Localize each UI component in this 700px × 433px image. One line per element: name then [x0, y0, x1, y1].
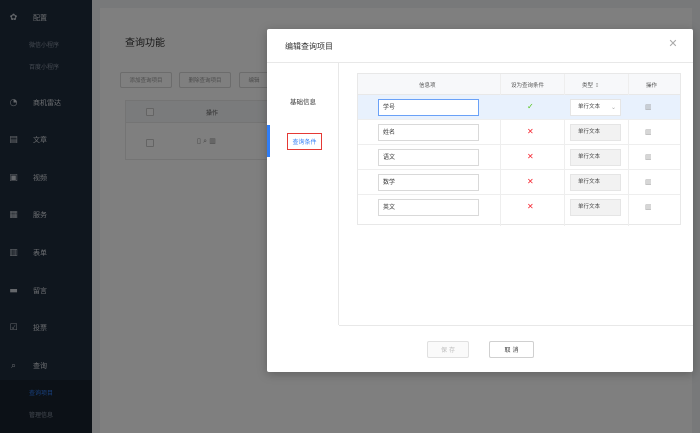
table-row: 学号 ✓ 单行文本 ⌄ ▥: [358, 95, 680, 120]
trash-icon[interactable]: ▥: [645, 103, 653, 112]
trash-icon[interactable]: ▥: [645, 203, 653, 212]
type-select[interactable]: 单行文本: [570, 149, 621, 166]
cross-icon[interactable]: ✕: [527, 177, 534, 187]
type-select-value: 单行文本: [578, 204, 601, 210]
table-header: 信息项 设为查询条件 类型 ↕ 操作: [358, 74, 680, 95]
field-name-input[interactable]: 英文: [378, 199, 479, 216]
field-name-input[interactable]: 姓名: [378, 124, 479, 141]
chevron-down-icon: ⌄: [610, 104, 616, 111]
divider: [339, 325, 693, 326]
cross-icon[interactable]: ✕: [527, 152, 534, 162]
table-row: 英文 ✕ 单行文本 ▥: [358, 195, 680, 220]
type-select-value: 单行文本: [578, 154, 601, 160]
type-select[interactable]: 单行文本 ⌄: [570, 99, 621, 116]
column-header-type[interactable]: 类型 ↕: [582, 81, 599, 89]
dialog-title: 编辑查询项目: [285, 42, 333, 51]
dialog-tabs: 基础信息 查询条件: [267, 63, 339, 325]
check-icon[interactable]: ✓: [527, 102, 534, 112]
column-header-condition: 设为查询条件: [511, 83, 545, 89]
type-select[interactable]: 单行文本: [570, 174, 621, 191]
type-select[interactable]: 单行文本: [570, 199, 621, 216]
type-select[interactable]: 单行文本: [570, 124, 621, 141]
cancel-button[interactable]: 取 消: [489, 341, 534, 358]
cross-icon[interactable]: ✕: [527, 127, 534, 137]
table-row: 数学 ✕ 单行文本 ▥: [358, 170, 680, 195]
edit-query-dialog: 编辑查询项目 ✕ 基础信息 查询条件 信息项 设为查询条件 类型 ↕ 操作 学号…: [267, 29, 693, 372]
type-select-value: 单行文本: [578, 104, 601, 110]
table-row: 语文 ✕ 单行文本 ▥: [358, 145, 680, 170]
table-row: 姓名 ✕ 单行文本 ▥: [358, 120, 680, 145]
tab-basic-info[interactable]: 基础信息: [267, 91, 339, 111]
type-select-value: 单行文本: [578, 129, 601, 135]
type-select-value: 单行文本: [578, 179, 601, 185]
tab-label: 基础信息: [290, 98, 316, 106]
trash-icon[interactable]: ▥: [645, 178, 653, 187]
column-header-item: 信息项: [419, 83, 436, 89]
column-header-action: 操作: [646, 83, 658, 89]
conditions-table: 信息项 设为查询条件 类型 ↕ 操作 学号 ✓ 单行文本 ⌄ ▥ 姓名 ✕ 单行…: [357, 73, 681, 226]
close-icon[interactable]: ✕: [667, 38, 679, 50]
sort-icon: ↕: [594, 83, 600, 89]
column-header-type-label: 类型: [582, 83, 594, 89]
field-name-input[interactable]: 数学: [378, 174, 479, 191]
tab-query-conditions[interactable]: 查询条件: [267, 125, 339, 157]
tab-label: 查询条件: [287, 132, 322, 150]
trash-icon[interactable]: ▥: [645, 128, 653, 137]
field-name-input[interactable]: 学号: [378, 99, 479, 116]
field-name-input[interactable]: 语文: [378, 149, 479, 166]
trash-icon[interactable]: ▥: [645, 153, 653, 162]
save-button[interactable]: 保 存: [427, 341, 469, 358]
cross-icon[interactable]: ✕: [527, 202, 534, 212]
